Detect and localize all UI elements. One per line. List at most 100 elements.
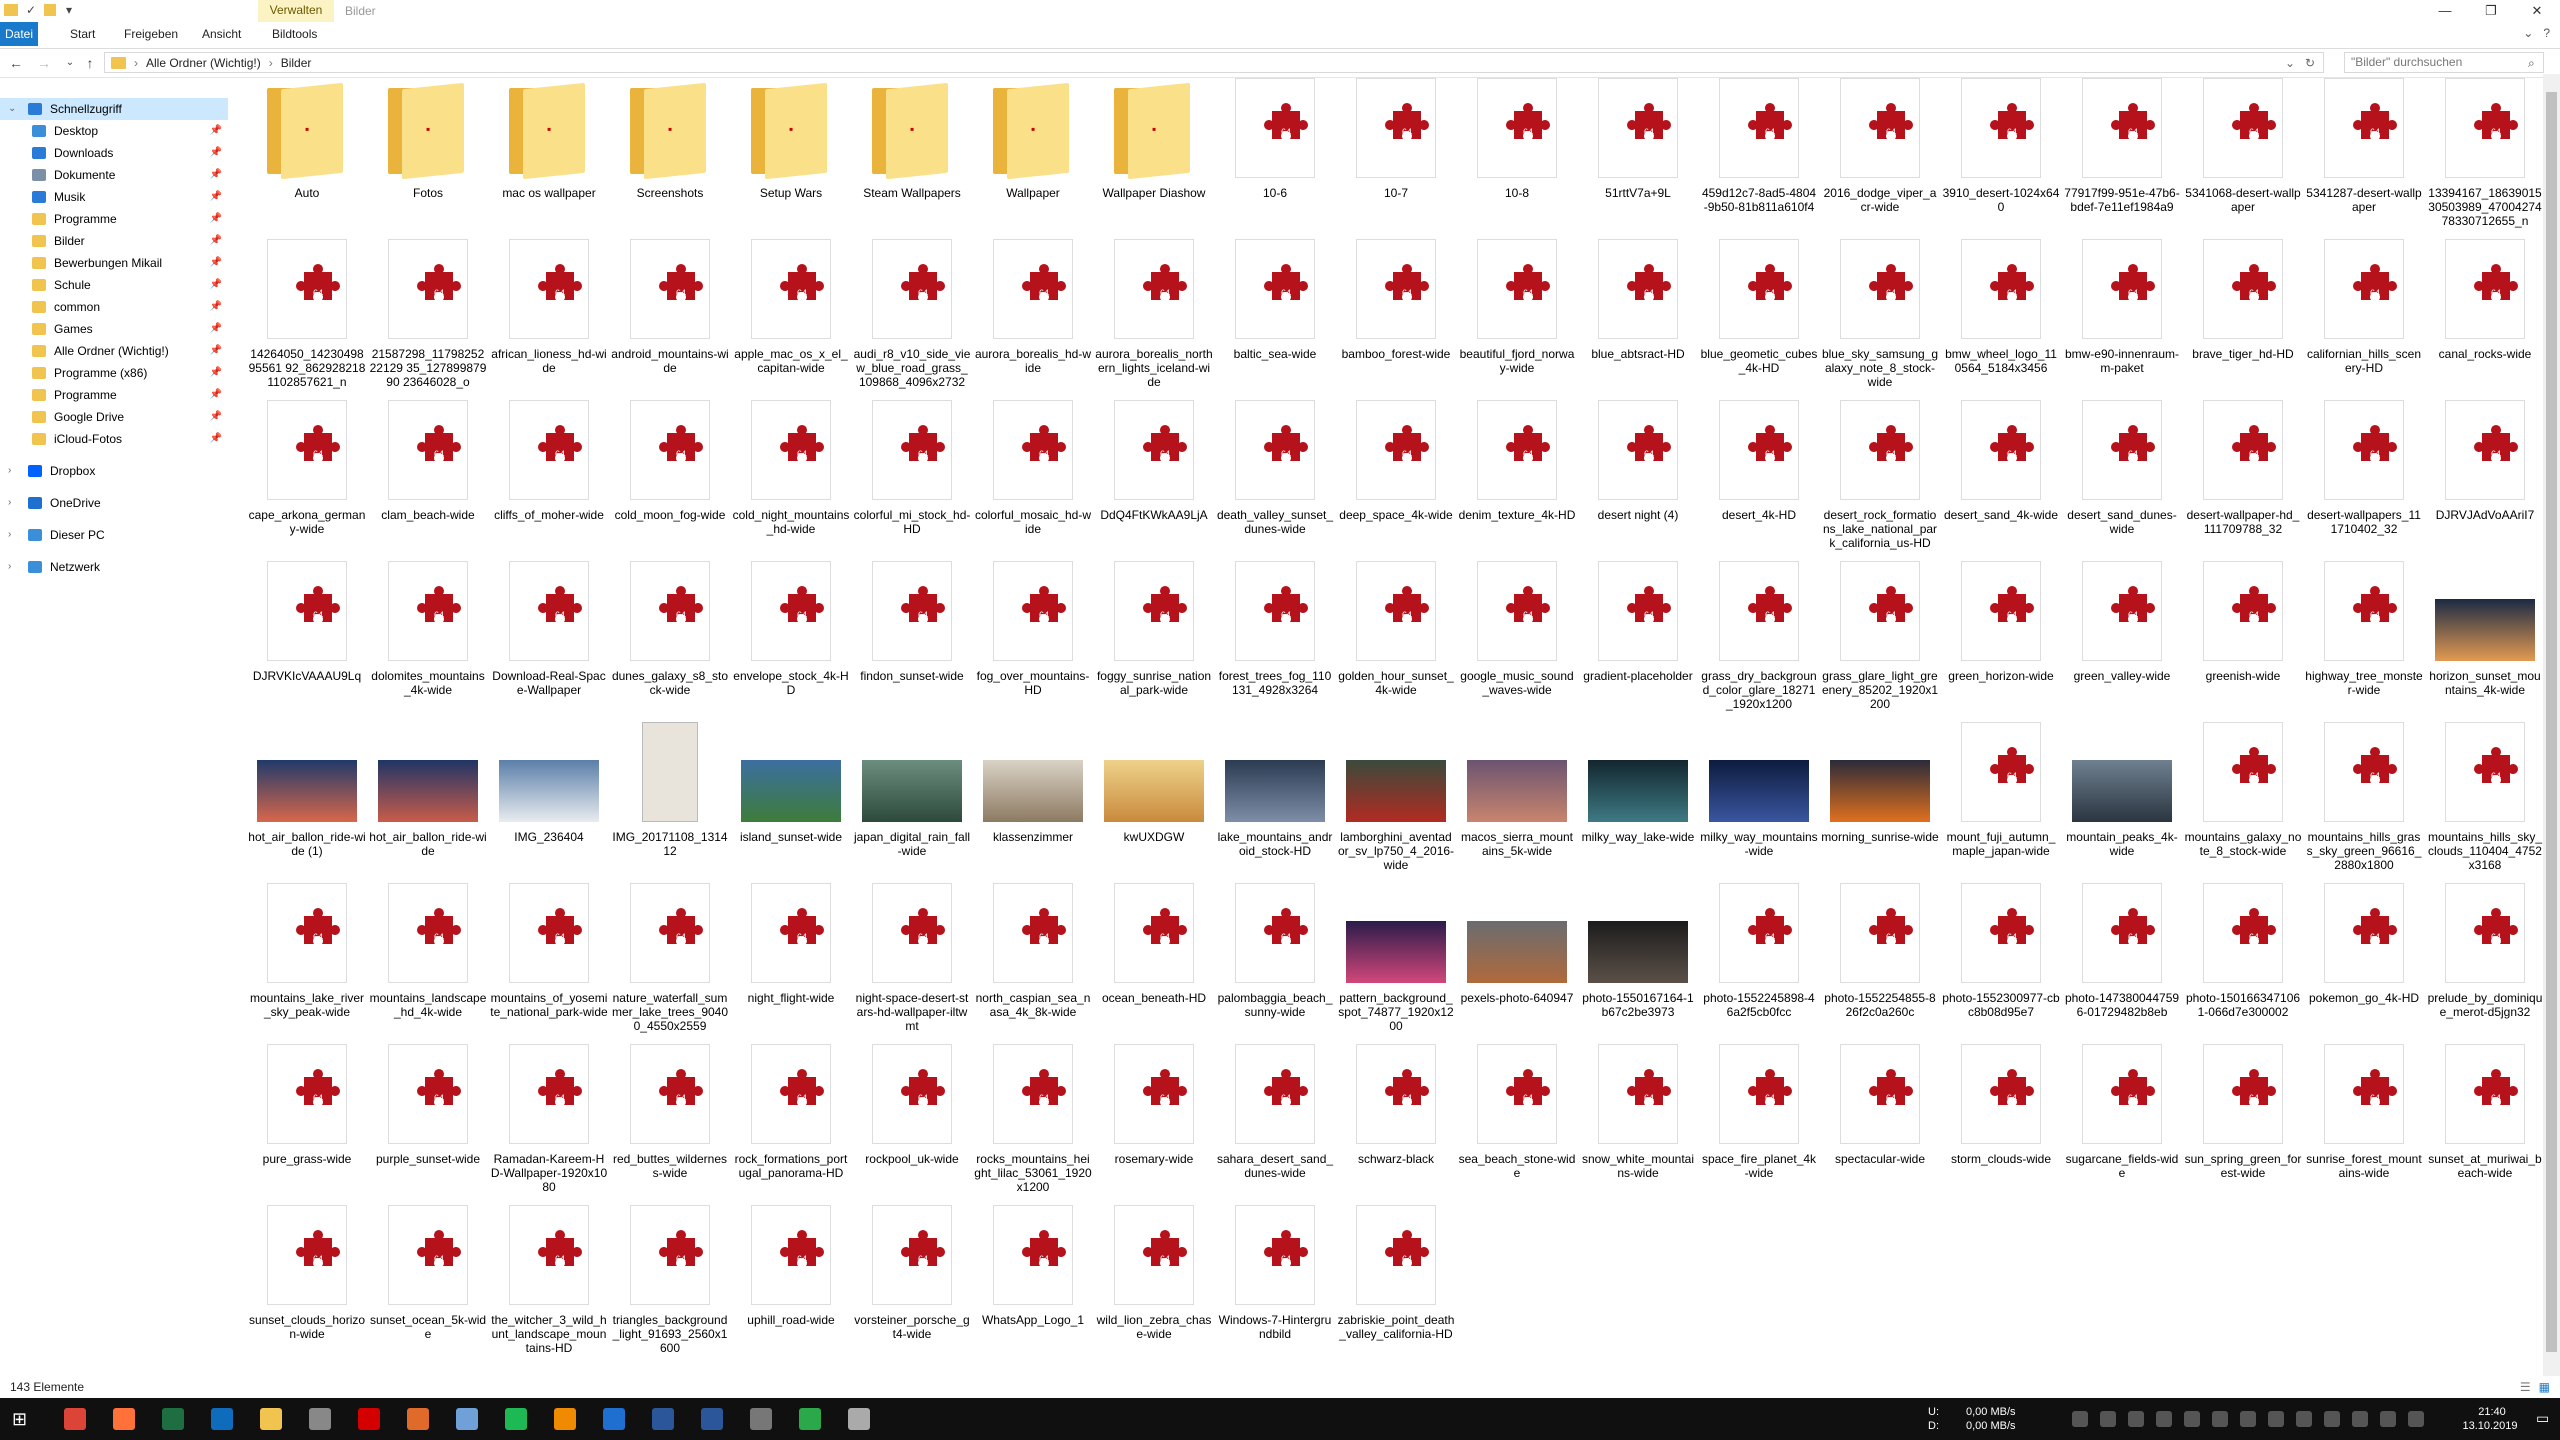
address-box[interactable]: › Alle Ordner (Wichtig!) › Bilder ⌄ ↻: [104, 52, 2324, 73]
file-tile[interactable]: 64 5341068-desert-wallpaper: [2184, 74, 2302, 234]
file-tile[interactable]: 64 blue_sky_samsung_galaxy_note_8_stock-w…: [1821, 235, 1939, 395]
chevron-icon[interactable]: ›: [8, 460, 11, 482]
tab-view[interactable]: Ansicht: [194, 22, 249, 46]
chevron-down-icon[interactable]: ⌄: [2523, 26, 2533, 40]
file-tile[interactable]: IMG_236404: [490, 718, 608, 878]
large-icons-view-icon[interactable]: ▦: [2539, 1380, 2550, 1394]
file-tile[interactable]: lake_mountains_android_stock-HD: [1216, 718, 1334, 878]
file-tile[interactable]: 64 beautiful_fjord_norway-wide: [1458, 235, 1576, 395]
file-tile[interactable]: 64 android_mountains-wide: [611, 235, 729, 395]
file-tile[interactable]: 64 WhatsApp_Logo_1: [974, 1201, 1092, 1361]
file-tile[interactable]: 64 DJRVJAdVoAAriI7: [2426, 396, 2544, 556]
file-tile[interactable]: 64 deep_space_4k-wide: [1337, 396, 1455, 556]
volume-icon[interactable]: [2212, 1411, 2228, 1427]
explorer-icon[interactable]: [260, 1408, 282, 1430]
file-tile[interactable]: 64 mountains_galaxy_note_8_stock-wide: [2184, 718, 2302, 878]
maximize-icon[interactable]: ❐: [2468, 0, 2514, 22]
file-tile[interactable]: 64 palombaggia_beach_sunny-wide: [1216, 879, 1334, 1039]
file-tile[interactable]: 64 cold_night_mountains_hd-wide: [732, 396, 850, 556]
file-tile[interactable]: 64 rocks_mountains_height_lilac_53061_192…: [974, 1040, 1092, 1200]
file-tile[interactable]: 64 red_buttes_wilderness-wide: [611, 1040, 729, 1200]
file-tile[interactable]: 64 space_fire_planet_4k-wide: [1700, 1040, 1818, 1200]
properties-icon[interactable]: ✓: [24, 3, 38, 17]
file-tile[interactable]: 64 desert-wallpapers_111710402_32: [2305, 396, 2423, 556]
sidebar-item[interactable]: Google Drive 📌: [0, 406, 228, 428]
sidebar-item[interactable]: Programme (x86) 📌: [0, 362, 228, 384]
file-tile[interactable]: 64 colorful_mi_stock_hd-HD: [853, 396, 971, 556]
file-tile[interactable]: 64 21587298_1179825222129 35_12789987990 …: [369, 235, 487, 395]
file-tile[interactable]: ▪ Setup Wars: [732, 74, 850, 234]
file-tile[interactable]: 64 the_witcher_3_wild_hunt_landscape_moun…: [490, 1201, 608, 1361]
file-tile[interactable]: hot_air_ballon_ride-wide (1): [248, 718, 366, 878]
file-tile[interactable]: 64 grass_glare_light_greenery_85202_1920x…: [1821, 557, 1939, 717]
file-tile[interactable]: 64 grass_dry_background_color_glare_18271…: [1700, 557, 1818, 717]
file-tile[interactable]: 64 african_lioness_hd-wide: [490, 235, 608, 395]
windows-start-icon[interactable]: ⊞: [12, 1409, 27, 1430]
file-tile[interactable]: 64 foggy_sunrise_national_park-wide: [1095, 557, 1213, 717]
app-icon[interactable]: [2352, 1411, 2368, 1427]
sidebar-item[interactable]: › Dieser PC: [0, 524, 228, 546]
file-tile[interactable]: 64 greenish-wide: [2184, 557, 2302, 717]
file-tile[interactable]: 64 dunes_galaxy_s8_stock-wide: [611, 557, 729, 717]
file-tile[interactable]: 64 prelude_by_dominique_merot-d5jgn32: [2426, 879, 2544, 1039]
file-tile[interactable]: 64 envelope_stock_4k-HD: [732, 557, 850, 717]
file-tile[interactable]: milky_way_mountains-wide: [1700, 718, 1818, 878]
sidebar-item[interactable]: Musik 📌: [0, 186, 228, 208]
file-tile[interactable]: 64 triangles_background_light_91693_2560x…: [611, 1201, 729, 1361]
file-tile[interactable]: 64 audi_r8_v10_side_view_blue_road_grass_…: [853, 235, 971, 395]
file-tile[interactable]: 64 death_valley_sunset_dunes-wide: [1216, 396, 1334, 556]
file-tile[interactable]: 64 desert_sand_4k-wide: [1942, 396, 2060, 556]
new-folder-icon[interactable]: [44, 4, 56, 16]
word-icon[interactable]: [701, 1408, 723, 1430]
file-tile[interactable]: 64 3910_desert-1024x640: [1942, 74, 2060, 234]
sidebar-item[interactable]: Schule 📌: [0, 274, 228, 296]
sidebar-item[interactable]: Games 📌: [0, 318, 228, 340]
file-tile[interactable]: pexels-photo-640947: [1458, 879, 1576, 1039]
wifi-icon[interactable]: [2184, 1411, 2200, 1427]
forward-arrow-icon[interactable]: →: [34, 53, 54, 73]
file-tile[interactable]: ▪ Auto: [248, 74, 366, 234]
file-tile[interactable]: 64 5341287-desert-wallpaper: [2305, 74, 2423, 234]
file-tile[interactable]: 64 findon_sunset-wide: [853, 557, 971, 717]
sidebar-item[interactable]: iCloud-Fotos 📌: [0, 428, 228, 450]
file-tile[interactable]: 64 rock_formations_portugal_panorama-HD: [732, 1040, 850, 1200]
file-tile[interactable]: 64 highway_tree_monster-wide: [2305, 557, 2423, 717]
file-tile[interactable]: 64 colorful_mosaic_hd-wide: [974, 396, 1092, 556]
chevron-icon[interactable]: ›: [8, 556, 11, 578]
file-tile[interactable]: 64 desert_rock_formations_lake_national_p…: [1821, 396, 1939, 556]
file-tile[interactable]: 64 DdQ4FtKWkAA9LjA: [1095, 396, 1213, 556]
notepad-icon[interactable]: [456, 1408, 478, 1430]
file-tile[interactable]: 64 77917f99-951e-47b6-bdef-7e11ef1984a9: [2063, 74, 2181, 234]
file-tile[interactable]: 64 DJRVKIcVAAAU9Lq: [248, 557, 366, 717]
file-tile[interactable]: 64 blue_geometic_cubes_4k-HD: [1700, 235, 1818, 395]
sidebar-item[interactable]: › Dropbox: [0, 460, 228, 482]
file-tile[interactable]: 64 13394167_1863901530503989_470042747833…: [2426, 74, 2544, 234]
file-tile[interactable]: 64 cold_moon_fog-wide: [611, 396, 729, 556]
file-tile[interactable]: hot_air_ballon_ride-wide: [369, 718, 487, 878]
battery-icon[interactable]: [2240, 1411, 2256, 1427]
file-tile[interactable]: 64 brave_tiger_hd-HD: [2184, 235, 2302, 395]
tab-start[interactable]: Start: [62, 22, 103, 46]
file-tile[interactable]: 64 pure_grass-wide: [248, 1040, 366, 1200]
file-tile[interactable]: 64 Ramadan-Kareem-HD-Wallpaper-1920x1080: [490, 1040, 608, 1200]
file-tile[interactable]: 64 blue_abtsract-HD: [1579, 235, 1697, 395]
app-icon[interactable]: [2408, 1411, 2424, 1427]
sidebar-item[interactable]: Programme 📌: [0, 208, 228, 230]
file-tile[interactable]: japan_digital_rain_fall-wide: [853, 718, 971, 878]
language-icon[interactable]: [2268, 1411, 2284, 1427]
spotify-icon[interactable]: [505, 1408, 527, 1430]
sidebar-item[interactable]: common 📌: [0, 296, 228, 318]
chevron-icon[interactable]: ›: [8, 492, 11, 514]
file-tile[interactable]: ▪ Steam Wallpapers: [853, 74, 971, 234]
file-tile[interactable]: 64 mountains_of_yosemite_national_park-wi…: [490, 879, 608, 1039]
chrome-icon[interactable]: [64, 1408, 86, 1430]
app-icon[interactable]: [2324, 1411, 2340, 1427]
file-tile[interactable]: 64 sun_spring_green_forest-wide: [2184, 1040, 2302, 1200]
file-tile[interactable]: 64 forest_trees_fog_110131_4928x3264: [1216, 557, 1334, 717]
file-tile[interactable]: milky_way_lake-wide: [1579, 718, 1697, 878]
excel-icon[interactable]: [162, 1408, 184, 1430]
file-tile[interactable]: 64 desert_sand_dunes-wide: [2063, 396, 2181, 556]
file-tile[interactable]: 64 uphill_road-wide: [732, 1201, 850, 1361]
firefox-icon[interactable]: [113, 1408, 135, 1430]
file-tile[interactable]: 64 51rttV7a+9L: [1579, 74, 1697, 234]
